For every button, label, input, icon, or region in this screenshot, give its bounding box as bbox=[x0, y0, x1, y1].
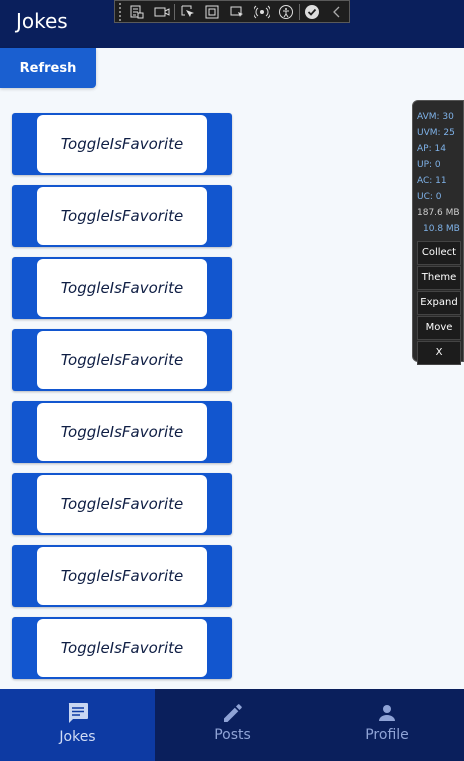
toggle-favorite-label: ToggleIsFavorite bbox=[60, 207, 184, 225]
toggle-favorite-button[interactable]: ToggleIsFavorite bbox=[37, 547, 207, 605]
toggle-favorite-label: ToggleIsFavorite bbox=[60, 279, 184, 297]
memory-stat: 187.6 MB bbox=[417, 208, 460, 218]
joke-card: ToggleIsFavorite bbox=[12, 545, 232, 607]
move-button[interactable]: Move bbox=[417, 316, 461, 340]
memory-secondary-stat: 10.8 MB bbox=[423, 224, 460, 234]
toggle-favorite-button[interactable]: ToggleIsFavorite bbox=[37, 475, 207, 533]
collect-button[interactable]: Collect bbox=[417, 241, 461, 265]
toggle-favorite-button[interactable]: ToggleIsFavorite bbox=[37, 259, 207, 317]
track-focus-icon[interactable] bbox=[225, 1, 250, 22]
camera-icon[interactable] bbox=[150, 1, 175, 22]
joke-card: ToggleIsFavorite bbox=[12, 617, 232, 679]
joke-card: ToggleIsFavorite bbox=[12, 257, 232, 319]
debug-toolbar bbox=[114, 0, 350, 23]
tab-jokes-label: Jokes bbox=[59, 729, 96, 745]
pencil-icon bbox=[223, 704, 242, 722]
select-element-icon[interactable] bbox=[175, 1, 200, 22]
joke-card: ToggleIsFavorite bbox=[12, 329, 232, 391]
toggle-favorite-button[interactable]: ToggleIsFavorite bbox=[37, 619, 207, 677]
toggle-favorite-label: ToggleIsFavorite bbox=[60, 495, 184, 513]
ap-stat: AP: 14 bbox=[417, 144, 446, 154]
toggle-favorite-button[interactable]: ToggleIsFavorite bbox=[37, 187, 207, 245]
tab-jokes[interactable]: Jokes bbox=[0, 689, 155, 761]
hot-reload-icon[interactable] bbox=[249, 1, 274, 22]
toggle-favorite-button[interactable]: ToggleIsFavorite bbox=[37, 403, 207, 461]
uvm-stat: UVM: 25 bbox=[417, 128, 455, 138]
ac-stat: AC: 11 bbox=[417, 176, 447, 186]
drag-handle[interactable] bbox=[115, 1, 125, 22]
expand-button[interactable]: Expand bbox=[417, 291, 461, 315]
check-icon[interactable] bbox=[300, 1, 325, 22]
joke-card: ToggleIsFavorite bbox=[12, 113, 232, 175]
toggle-favorite-label: ToggleIsFavorite bbox=[60, 423, 184, 441]
page-title: Jokes bbox=[16, 9, 68, 33]
toggle-favorite-label: ToggleIsFavorite bbox=[60, 135, 184, 153]
live-visual-tree-icon[interactable] bbox=[125, 1, 150, 22]
close-button[interactable]: X bbox=[417, 341, 461, 365]
joke-card: ToggleIsFavorite bbox=[12, 401, 232, 463]
toggle-favorite-label: ToggleIsFavorite bbox=[60, 567, 184, 585]
toggle-favorite-label: ToggleIsFavorite bbox=[60, 351, 184, 369]
tab-profile-label: Profile bbox=[365, 727, 409, 743]
up-stat: UP: 0 bbox=[417, 160, 441, 170]
avm-stat: AVM: 30 bbox=[417, 112, 454, 122]
tab-posts[interactable]: Posts bbox=[155, 689, 310, 761]
uc-stat: UC: 0 bbox=[417, 192, 442, 202]
person-icon bbox=[379, 705, 395, 721]
toggle-favorite-label: ToggleIsFavorite bbox=[60, 639, 184, 657]
diagnostics-panel: AVM: 30 UVM: 25 AP: 14 UP: 0 AC: 11 UC: … bbox=[412, 100, 464, 365]
tab-profile[interactable]: Profile bbox=[310, 689, 464, 761]
toggle-favorite-button[interactable]: ToggleIsFavorite bbox=[37, 115, 207, 173]
tab-posts-label: Posts bbox=[214, 727, 251, 743]
theme-button[interactable]: Theme bbox=[417, 266, 461, 290]
bottom-tab-bar: Jokes Posts Profile bbox=[0, 689, 464, 761]
accessibility-icon[interactable] bbox=[274, 1, 299, 22]
refresh-button[interactable]: Refresh bbox=[0, 48, 96, 88]
collapse-chevron-icon[interactable] bbox=[324, 1, 349, 22]
chat-icon bbox=[68, 703, 88, 723]
joke-card: ToggleIsFavorite bbox=[12, 185, 232, 247]
toggle-favorite-button[interactable]: ToggleIsFavorite bbox=[37, 331, 207, 389]
display-layout-icon[interactable] bbox=[200, 1, 225, 22]
joke-card: ToggleIsFavorite bbox=[12, 473, 232, 535]
